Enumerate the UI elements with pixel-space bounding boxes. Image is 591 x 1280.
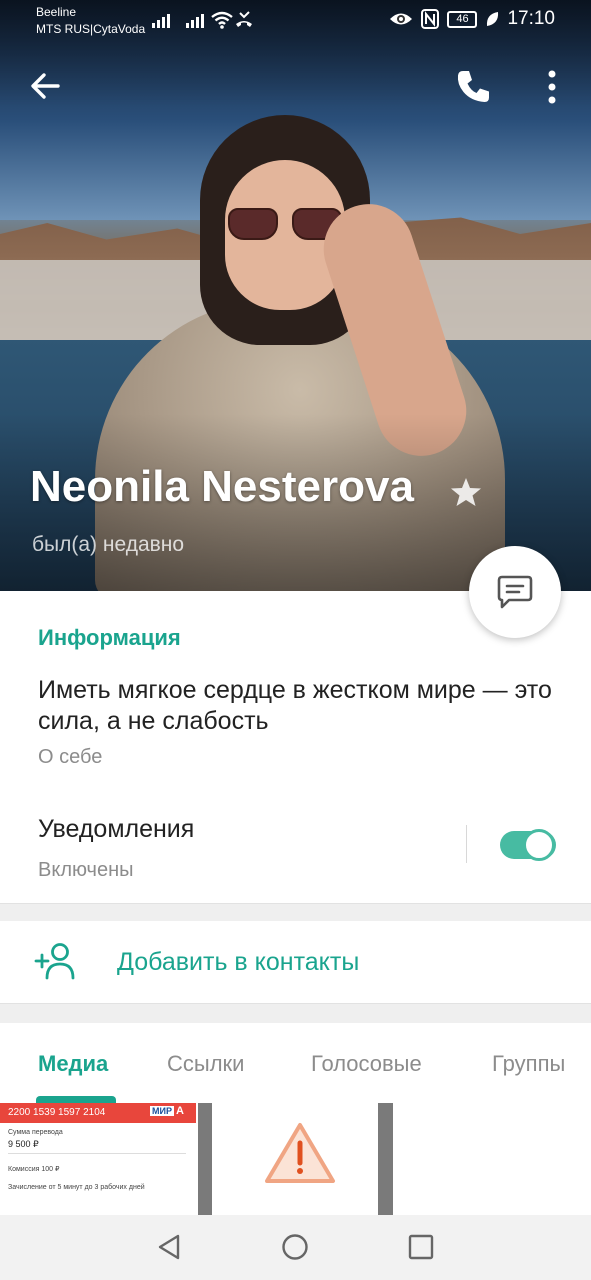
card-divider — [8, 1153, 186, 1154]
mir-logo: МИР — [150, 1106, 174, 1116]
notifications-status: Включены — [38, 859, 134, 881]
battery-icon: 46 — [447, 10, 478, 28]
warning-icon — [265, 1123, 335, 1183]
info-section: Информация Иметь мягкое сердце в жестком… — [0, 591, 591, 903]
carrier-2: MTS RUS|CytaVoda — [36, 22, 146, 36]
transfer-note: Зачисление от 5 минут до 3 рабочих дней — [8, 1184, 145, 1191]
missed-call-icon — [236, 11, 252, 27]
media-thumbnail[interactable] — [395, 1103, 591, 1215]
amount-value: 9 500 ₽ — [8, 1139, 39, 1149]
media-thumbnail[interactable]: 2200 1539 1597 2104 МИР А Сумма перевода… — [0, 1103, 196, 1215]
nav-recents-icon[interactable] — [408, 1234, 434, 1260]
bio-text[interactable]: Иметь мягкое сердце в жестком мире — это… — [38, 675, 563, 737]
last-seen-status: был(а) недавно — [32, 533, 185, 556]
tab-groups[interactable]: Группы — [492, 1051, 565, 1077]
wifi-icon — [211, 11, 233, 29]
notifications-label[interactable]: Уведомления — [38, 815, 194, 844]
card-number: 2200 1539 1597 2104 — [8, 1107, 106, 1118]
tab-voice[interactable]: Голосовые — [311, 1051, 422, 1077]
eye-icon — [390, 13, 413, 25]
nav-back-icon[interactable] — [155, 1233, 183, 1261]
tab-links[interactable]: Ссылки — [167, 1051, 244, 1077]
more-vertical-icon[interactable] — [538, 68, 566, 106]
message-icon — [497, 575, 533, 609]
media-thumbnail[interactable] — [198, 1103, 393, 1215]
nav-home-icon[interactable] — [281, 1233, 309, 1261]
thumbnail-content — [212, 1103, 378, 1215]
leaf-icon — [487, 12, 499, 26]
section-divider — [0, 903, 591, 921]
notifications-divider — [466, 825, 467, 863]
toggle-knob — [523, 829, 555, 861]
signal-2-icon — [186, 12, 204, 28]
status-right: 46 17:10 — [389, 8, 555, 30]
amount-label: Сумма перевода — [8, 1129, 63, 1136]
clock: 17:10 — [507, 8, 555, 29]
bio-caption: О себе — [38, 746, 103, 768]
media-grid: 2200 1539 1597 2104 МИР А Сумма перевода… — [0, 1103, 591, 1215]
status-bar: Beeline MTS RUS|CytaVoda 46 17:10 — [0, 0, 591, 44]
add-contact-label: Добавить в контакты — [117, 948, 360, 976]
nfc-icon — [421, 9, 440, 29]
info-section-title: Информация — [38, 625, 181, 650]
phone-icon[interactable] — [454, 68, 492, 106]
tab-media[interactable]: Медиа — [38, 1051, 108, 1077]
bank-logo: А — [176, 1105, 184, 1117]
add-person-icon — [34, 943, 75, 980]
contact-name: Neonila Nesterova — [30, 462, 414, 511]
back-arrow-icon[interactable] — [28, 68, 64, 104]
signal-icon — [152, 12, 170, 28]
section-divider — [0, 1003, 591, 1023]
media-tabs: Медиа Ссылки Голосовые Группы — [0, 1023, 591, 1103]
star-icon — [451, 478, 481, 506]
navigation-bar — [0, 1215, 591, 1280]
notifications-toggle[interactable] — [500, 829, 556, 861]
commission: Комиссия 100 ₽ — [8, 1166, 60, 1173]
tab-indicator — [36, 1096, 116, 1103]
add-contact-row[interactable]: Добавить в контакты — [0, 921, 591, 1003]
message-button[interactable] — [469, 546, 561, 638]
carrier-1: Beeline — [36, 5, 77, 19]
